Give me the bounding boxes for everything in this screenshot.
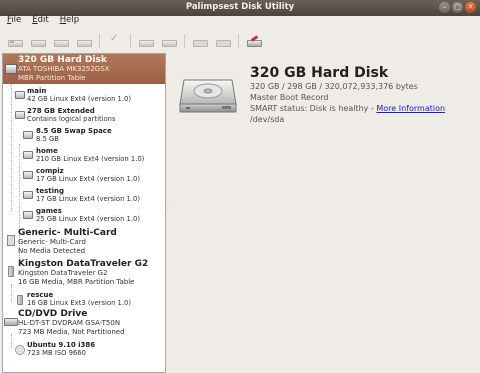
hard-disk-icon: [179, 79, 237, 113]
partition-icon: [23, 131, 33, 139]
usb-drive-icon: [8, 266, 14, 277]
window-title: Palimpsest Disk Utility: [185, 2, 295, 12]
menu-edit[interactable]: Edit: [25, 14, 52, 28]
device-item-extended[interactable]: 278 GB Extended Contains logical partiti…: [3, 106, 165, 125]
close-button[interactable]: ✕: [465, 2, 476, 13]
device-item-dvd[interactable]: CD/DVD Drive HL-DT-ST DVDRAM GSA-T50N 72…: [3, 308, 165, 338]
device-item-rescue[interactable]: rescue 16 GB Linux Ext3 (version 1.0): [3, 290, 165, 309]
partition-icon: [23, 191, 33, 199]
device-size: 320 GB / 298 GB / 320,072,933,376 bytes: [250, 82, 418, 91]
card-reader-icon: [7, 235, 15, 246]
toolbar-separator: [238, 34, 239, 48]
stop-icon[interactable]: [215, 35, 231, 47]
device-details: 320 GB Hard Disk 320 GB / 298 GB / 320,0…: [168, 53, 478, 371]
hard-disk-icon: [5, 64, 17, 74]
partition-icon: [15, 111, 25, 119]
toolbar: ✓: [0, 30, 480, 52]
eject-icon[interactable]: [53, 35, 69, 47]
partition-icon: [15, 91, 25, 99]
maximize-button[interactable]: □: [452, 2, 463, 13]
device-title: 320 GB Hard Disk: [250, 65, 389, 81]
disc-icon: [15, 345, 25, 355]
toolbar-separator: [130, 34, 131, 48]
menu-help[interactable]: Help: [53, 14, 83, 28]
device-item-testing[interactable]: testing 17 GB Linux Ext4 (version 1.0): [3, 186, 165, 205]
device-item-home[interactable]: home 210 GB Linux Ext4 (version 1.0): [3, 146, 165, 165]
unmount-icon[interactable]: [30, 35, 46, 47]
edit-icon[interactable]: [246, 35, 262, 47]
device-item-games[interactable]: games 25 GB Linux Ext4 (version 1.0): [3, 206, 165, 225]
menu-bar: File Edit Help: [0, 14, 480, 28]
usb-partition-icon: [17, 295, 23, 305]
device-item-usb[interactable]: Kingston DataTraveler G2 Kingston DataTr…: [3, 258, 165, 288]
partition-icon: [23, 171, 33, 179]
mount-icon[interactable]: [7, 35, 23, 47]
optical-drive-icon: [4, 318, 18, 326]
partitioning: Master Boot Record: [250, 93, 329, 102]
device-item-card-reader[interactable]: Generic- Multi-Card Generic- Multi-Card …: [3, 227, 165, 257]
device-item-ubuntu-iso[interactable]: Ubuntu 9.10 i386 723 MB ISO 9660: [3, 340, 165, 359]
device-path: /dev/sda: [250, 115, 285, 124]
format-icon[interactable]: [138, 35, 154, 47]
detach-icon[interactable]: [76, 35, 92, 47]
toolbar-separator: [184, 34, 185, 48]
device-item-hdd[interactable]: 320 GB Hard Disk ATA TOSHIBA MK3252GSX M…: [3, 54, 165, 84]
device-list[interactable]: 320 GB Hard Disk ATA TOSHIBA MK3252GSX M…: [2, 53, 166, 373]
create-icon[interactable]: [161, 35, 177, 47]
device-item-main[interactable]: main 42 GB Linux Ext4 (version 1.0): [3, 86, 165, 105]
partition-icon: [23, 151, 33, 159]
menu-file[interactable]: File: [0, 14, 25, 28]
smart-status: SMART status: Disk is healthy - More Inf…: [250, 104, 446, 113]
device-item-swap[interactable]: 8.5 GB Swap Space 8.5 GB: [3, 126, 165, 145]
start-icon[interactable]: [192, 35, 208, 47]
check-icon[interactable]: ✓: [107, 33, 123, 47]
more-information-link[interactable]: More Information: [376, 104, 445, 113]
partition-icon: [23, 211, 33, 219]
minimize-button[interactable]: –: [439, 2, 450, 13]
device-item-compiz[interactable]: compiz 17 GB Linux Ext4 (version 1.0): [3, 166, 165, 185]
toolbar-separator: [99, 34, 100, 48]
